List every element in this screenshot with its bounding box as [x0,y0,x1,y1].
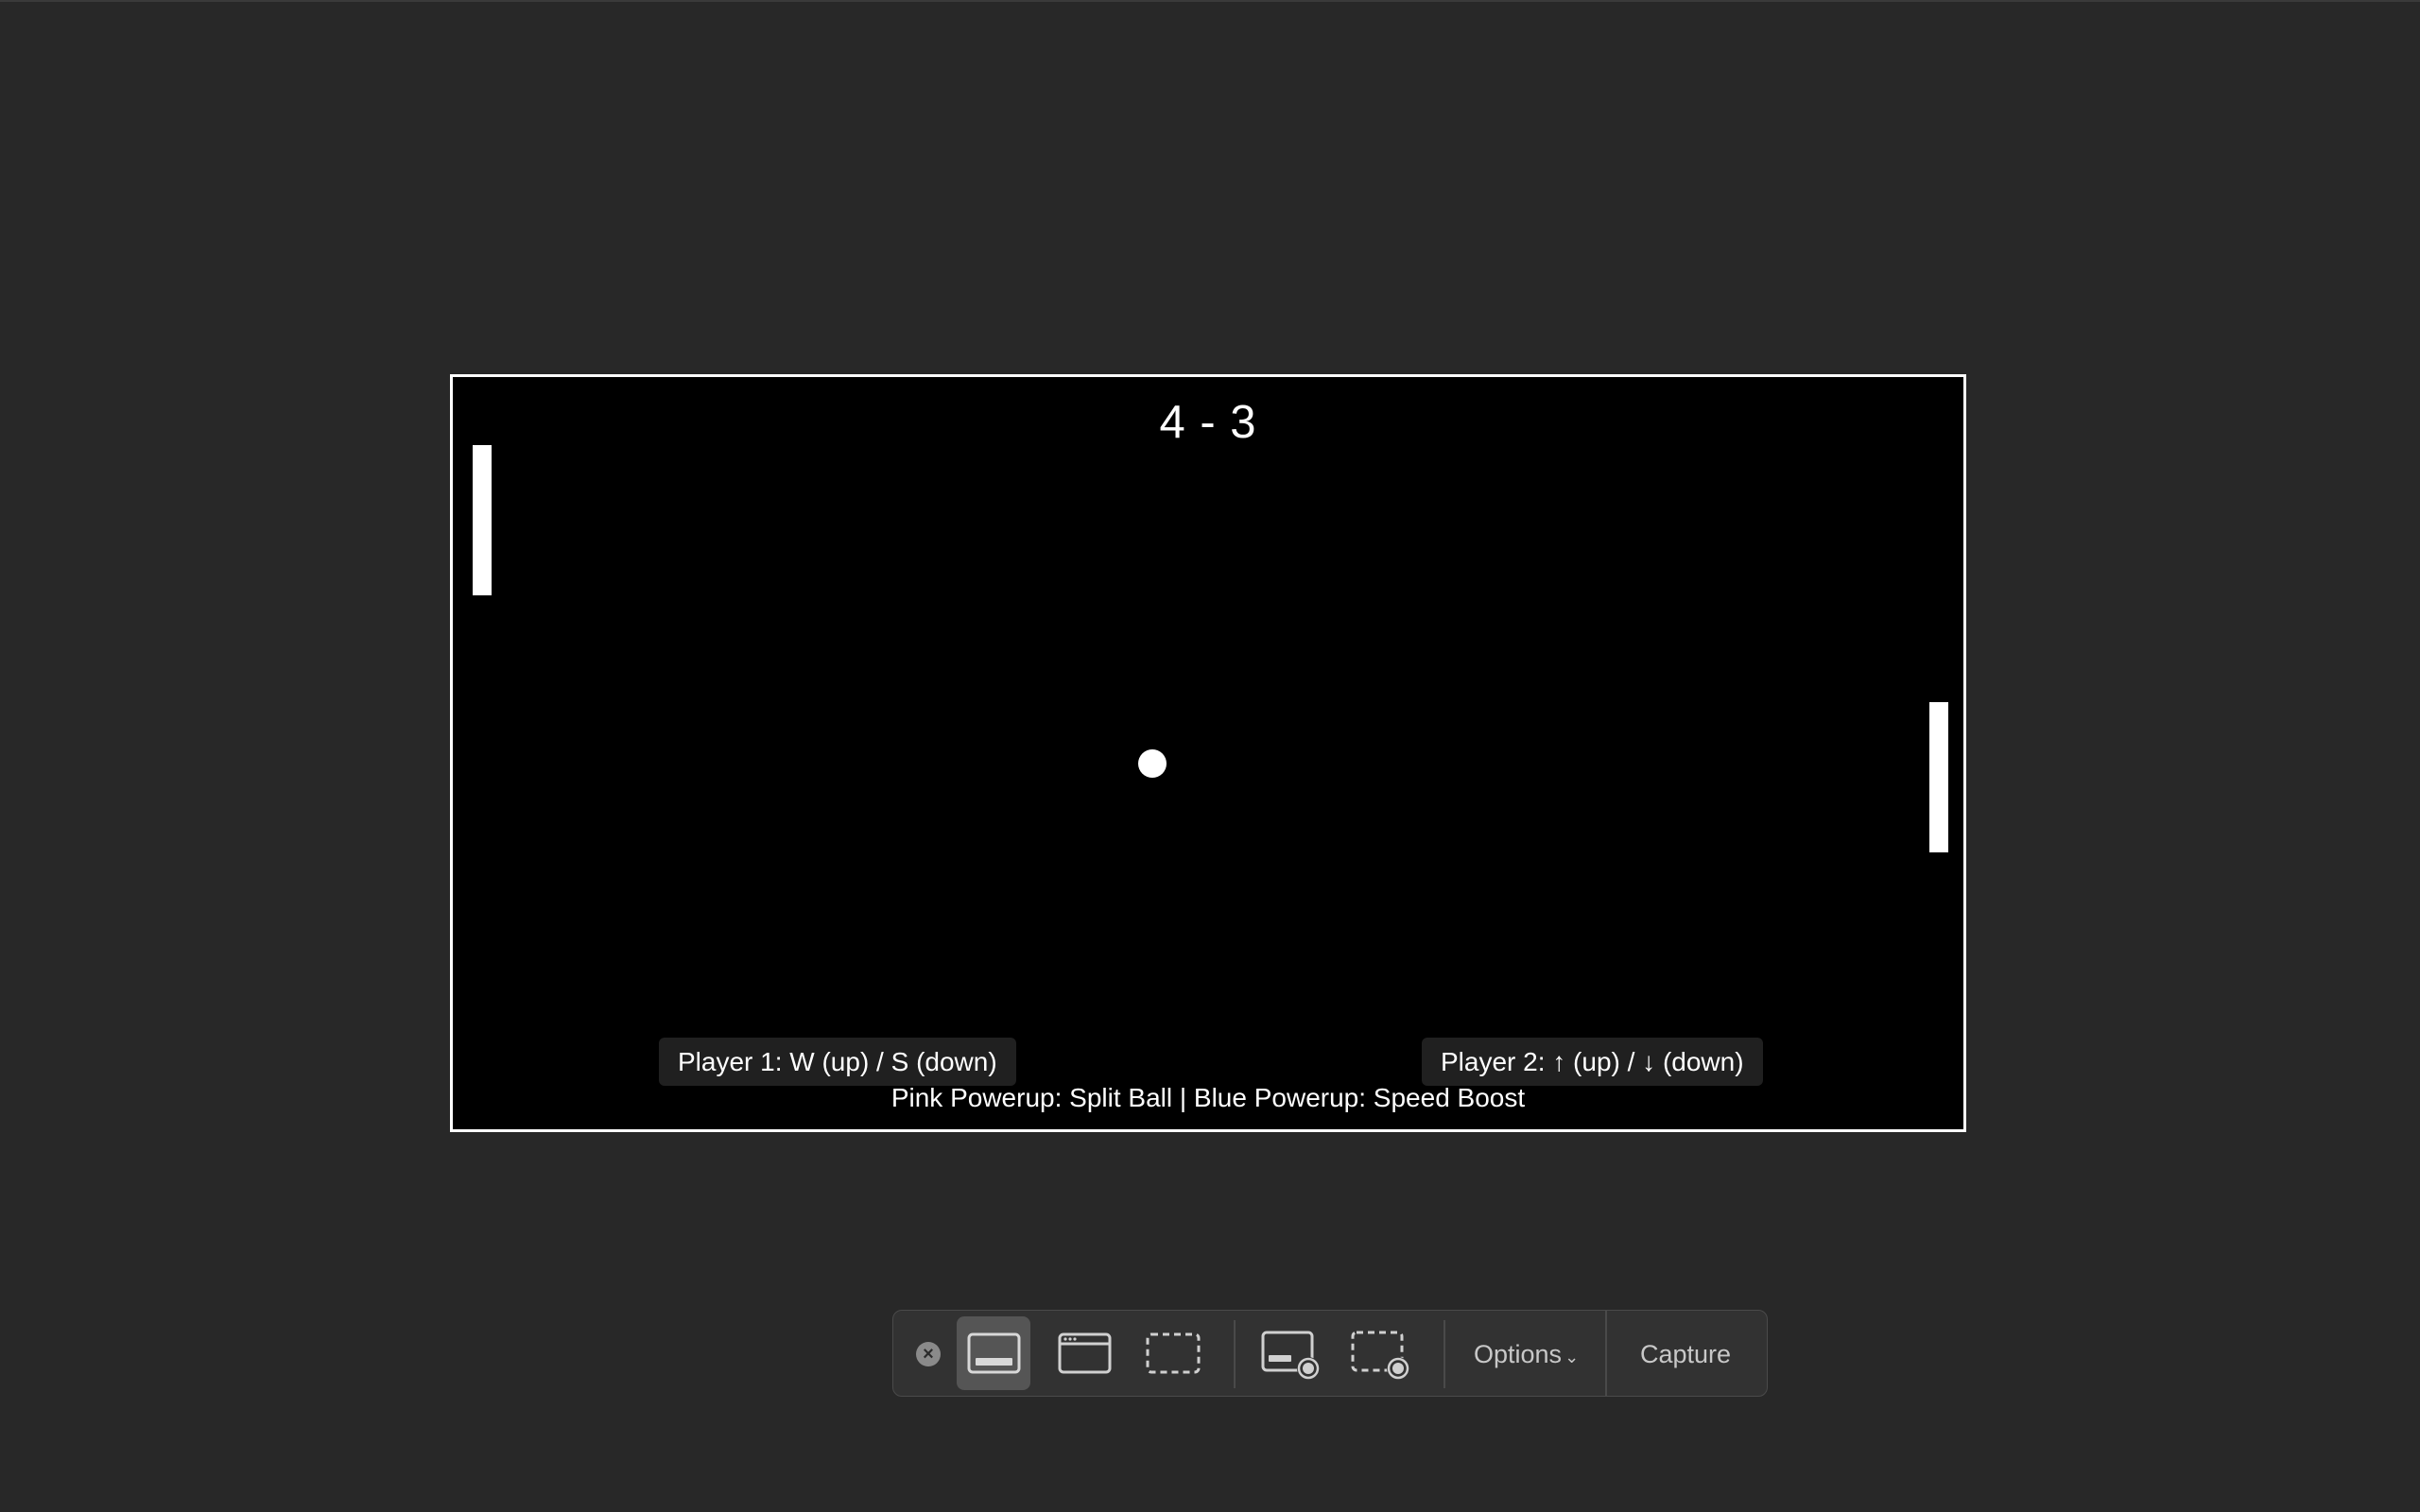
player2-controls-label: Player 2: ↑ (up) / ↓ (down) [1422,1038,1763,1086]
close-icon[interactable]: × [916,1342,941,1366]
record-selection-button[interactable] [1345,1316,1419,1390]
powerup-legend: Pink Powerup: Split Ball | Blue Powerup:… [890,1083,1526,1112]
player1-controls-label: Player 1: W (up) / S (down) [659,1038,1016,1086]
top-edge-line [0,0,2420,2]
capture-button[interactable]: Capture [1640,1311,1731,1398]
screenshot-toolbar: × Options ⌄ Capture [892,1310,1768,1397]
pong-game-canvas[interactable]: 4 - 3 Player 1: W (up) / S (down) Player… [450,374,1966,1132]
capture-window-button[interactable] [1047,1316,1121,1390]
capture-entire-screen-button[interactable] [957,1316,1030,1390]
left-paddle [473,445,492,595]
record-screen-icon [1261,1331,1320,1380]
chevron-down-icon: ⌄ [1564,1348,1580,1366]
window-icon [1058,1332,1112,1374]
right-paddle [1929,702,1948,852]
screen-icon [967,1332,1021,1374]
toolbar-divider [1443,1320,1445,1388]
ball [1138,749,1167,778]
selection-icon [1146,1332,1201,1374]
capture-selection-button[interactable] [1136,1316,1210,1390]
score-display: 4 - 3 [1159,397,1257,448]
toolbar-divider [1234,1320,1236,1388]
toolbar-divider [1605,1311,1607,1396]
options-label: Options [1474,1340,1563,1368]
record-selection-icon [1351,1331,1409,1380]
options-button[interactable]: Options ⌄ [1474,1311,1579,1398]
record-entire-screen-button[interactable] [1255,1316,1329,1390]
